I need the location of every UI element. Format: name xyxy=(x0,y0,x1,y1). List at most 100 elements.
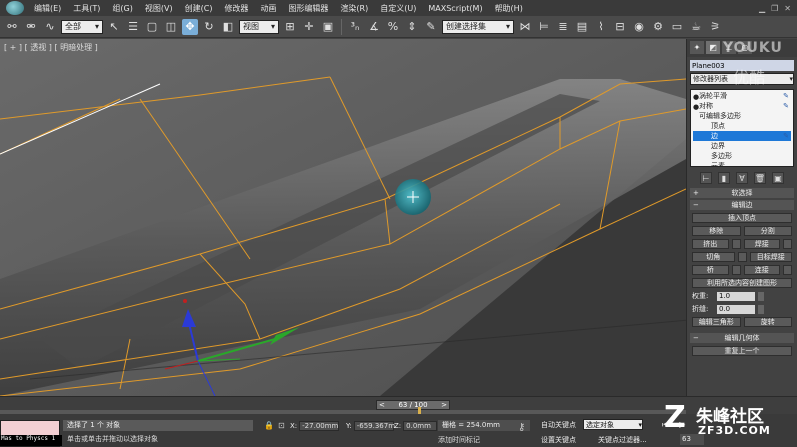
key-icon[interactable]: ⚷ xyxy=(518,422,525,433)
mirror-icon[interactable]: ⋈ xyxy=(517,19,533,35)
pivot-center-icon[interactable]: ⊞ xyxy=(282,19,298,35)
extrude-button[interactable]: 挤出 xyxy=(692,239,729,249)
menu-views[interactable]: 视图(V) xyxy=(139,3,179,14)
auto-key-button[interactable]: 自动关键点 xyxy=(541,420,576,430)
soft-selection-rollout[interactable]: + 软选择 xyxy=(690,188,794,198)
minimize-icon[interactable]: ▁ xyxy=(759,4,765,13)
connect-button[interactable]: 连接 xyxy=(743,265,780,275)
edit-triangulation-button[interactable]: 编辑三角形 xyxy=(692,317,741,327)
keyboard-shortcut-icon[interactable]: ▣ xyxy=(320,19,336,35)
chamfer-settings-icon[interactable] xyxy=(737,252,747,262)
menu-edit[interactable]: 编辑(E) xyxy=(28,3,67,14)
absolute-mode-icon[interactable]: ⊡ xyxy=(278,421,285,430)
edit-named-selection-icon[interactable]: ✎ xyxy=(423,19,439,35)
x-input[interactable]: -27.00mm xyxy=(299,420,340,431)
stack-modifier-item[interactable]: ● 涡轮平滑 ✎ xyxy=(693,91,791,101)
material-editor-icon[interactable]: ◉ xyxy=(631,19,647,35)
spinner-snap-icon[interactable]: ⇕ xyxy=(404,19,420,35)
rendered-frame-icon[interactable]: ▭ xyxy=(669,19,685,35)
stack-modifier-item[interactable]: 可编辑多边形 xyxy=(693,111,791,121)
angle-snap-icon[interactable]: ∡ xyxy=(366,19,382,35)
create-tab-icon[interactable]: ✦ xyxy=(690,41,704,54)
perspective-viewport[interactable]: [ + ] [ 透视 ] [ 明暗处理 ] xyxy=(0,39,686,396)
graphite-ribbon-icon[interactable]: ▤ xyxy=(574,19,590,35)
stack-subobject-item[interactable]: 元素 xyxy=(693,161,791,166)
spinner-arrows-icon[interactable] xyxy=(758,304,764,314)
menu-group[interactable]: 组(G) xyxy=(106,3,138,14)
move-icon[interactable]: ✥ xyxy=(182,18,198,35)
key-filters-button[interactable]: 关键点过滤器... xyxy=(598,435,647,445)
menu-tools[interactable]: 工具(T) xyxy=(67,3,106,14)
scale-icon[interactable]: ◧ xyxy=(220,19,236,35)
weld-settings-icon[interactable] xyxy=(783,239,792,249)
next-frame-icon[interactable]: > xyxy=(441,401,447,409)
weight-input[interactable]: 1.0 xyxy=(717,291,755,301)
select-by-name-icon[interactable]: ☰ xyxy=(125,19,141,35)
percent-snap-icon[interactable]: % xyxy=(385,19,401,35)
menu-customize[interactable]: 自定义(U) xyxy=(374,3,422,14)
schematic-view-icon[interactable]: ⊟ xyxy=(612,19,628,35)
chamfer-button[interactable]: 切角 xyxy=(692,252,735,262)
add-time-tag-button[interactable]: 添加时间标记 xyxy=(438,435,480,445)
bridge-button[interactable]: 桥 xyxy=(692,265,729,275)
remove-modifier-icon[interactable]: 🗑 xyxy=(754,172,766,184)
make-unique-icon[interactable]: ∀ xyxy=(736,172,748,184)
render-iterative-icon[interactable]: ⚞ xyxy=(707,19,723,35)
configure-sets-icon[interactable]: ▣ xyxy=(772,172,784,184)
pin-stack-icon[interactable]: ⊢ xyxy=(700,172,712,184)
stack-subobject-item[interactable]: 边 ✎ xyxy=(693,131,791,141)
modifier-stack[interactable]: ● 涡轮平滑 ✎ ● 对称 ✎ 可编辑多边形 顶点边 ✎ 边界 多边形 元素 xyxy=(690,89,794,167)
layer-manager-icon[interactable]: ≣ xyxy=(555,19,571,35)
select-manipulate-icon[interactable]: ✛ xyxy=(301,19,317,35)
prev-frame-icon[interactable]: < xyxy=(379,401,385,409)
curve-editor-icon[interactable]: ⌇ xyxy=(593,19,609,35)
viewport-label[interactable]: [ + ] [ 透视 ] [ 明暗处理 ] xyxy=(4,42,98,53)
create-shape-button[interactable]: 利用所选内容创建图形 xyxy=(692,278,792,288)
time-slider[interactable]: < 63 / 100 > xyxy=(376,400,450,410)
key-selection-dropdown[interactable]: 选定对象 ▾ xyxy=(583,419,643,430)
lock-selection-icon[interactable]: 🔒 xyxy=(264,421,274,430)
render-production-icon[interactable]: ☕ xyxy=(688,19,704,35)
stack-subobject-item[interactable]: 顶点 xyxy=(693,121,791,131)
rect-selection-icon[interactable]: ▢ xyxy=(144,19,160,35)
selection-filter-dropdown[interactable]: 全部 ▾ xyxy=(61,19,103,34)
snaps-toggle-icon[interactable]: ³ₙ xyxy=(347,19,363,35)
insert-vertex-button[interactable]: 插入顶点 xyxy=(692,213,792,223)
menu-create[interactable]: 创建(C) xyxy=(179,3,219,14)
show-end-result-icon[interactable]: ▮ xyxy=(718,172,730,184)
reference-coord-dropdown[interactable]: 视图 ▾ xyxy=(239,19,279,34)
stack-subobject-item[interactable]: 边界 xyxy=(693,141,791,151)
weld-button[interactable]: 焊接 xyxy=(743,239,780,249)
stack-subobject-item[interactable]: 多边形 xyxy=(693,151,791,161)
close-icon[interactable]: ✕ xyxy=(784,4,791,13)
set-key-button[interactable]: 设置关键点 xyxy=(541,435,576,445)
extrude-settings-icon[interactable] xyxy=(731,239,741,249)
remove-button[interactable]: 移除 xyxy=(692,226,741,236)
bind-spacewarp-icon[interactable]: ∿ xyxy=(42,19,58,35)
align-icon[interactable]: ⊨ xyxy=(536,19,552,35)
rotate-icon[interactable]: ↻ xyxy=(201,19,217,35)
turn-button[interactable]: 旋转 xyxy=(743,317,792,327)
crease-input[interactable]: 0.0 xyxy=(717,304,755,314)
unlink-icon[interactable]: ⚮ xyxy=(23,19,39,35)
menu-help[interactable]: 帮助(H) xyxy=(489,3,529,14)
named-selection-dropdown[interactable]: 创建选择集 ▾ xyxy=(442,19,514,34)
spinner-arrows-icon[interactable] xyxy=(758,291,764,301)
menu-maxscript[interactable]: MAXScript(M) xyxy=(422,4,488,13)
z-input[interactable]: 0.0mm xyxy=(403,420,438,431)
split-button[interactable]: 分割 xyxy=(743,226,792,236)
render-setup-icon[interactable]: ⚙ xyxy=(650,19,666,35)
edit-edges-rollout[interactable]: − 编辑边 xyxy=(690,200,794,210)
repeat-last-button[interactable]: 重复上一个 xyxy=(692,346,792,356)
link-icon[interactable]: ⚯ xyxy=(4,19,20,35)
connect-settings-icon[interactable] xyxy=(783,265,792,275)
stack-modifier-item[interactable]: ● 对称 ✎ xyxy=(693,101,791,111)
modify-tab-icon[interactable]: ◩ xyxy=(706,41,720,54)
app-logo-icon[interactable] xyxy=(6,1,24,15)
window-crossing-icon[interactable]: ◫ xyxy=(163,19,179,35)
viewport-canvas[interactable] xyxy=(0,39,686,396)
target-weld-button[interactable]: 目标焊接 xyxy=(749,252,792,262)
menu-animation[interactable]: 动画 xyxy=(254,3,282,14)
y-input[interactable]: -659.367m xyxy=(353,420,395,431)
menu-modifiers[interactable]: 修改器 xyxy=(218,3,254,14)
